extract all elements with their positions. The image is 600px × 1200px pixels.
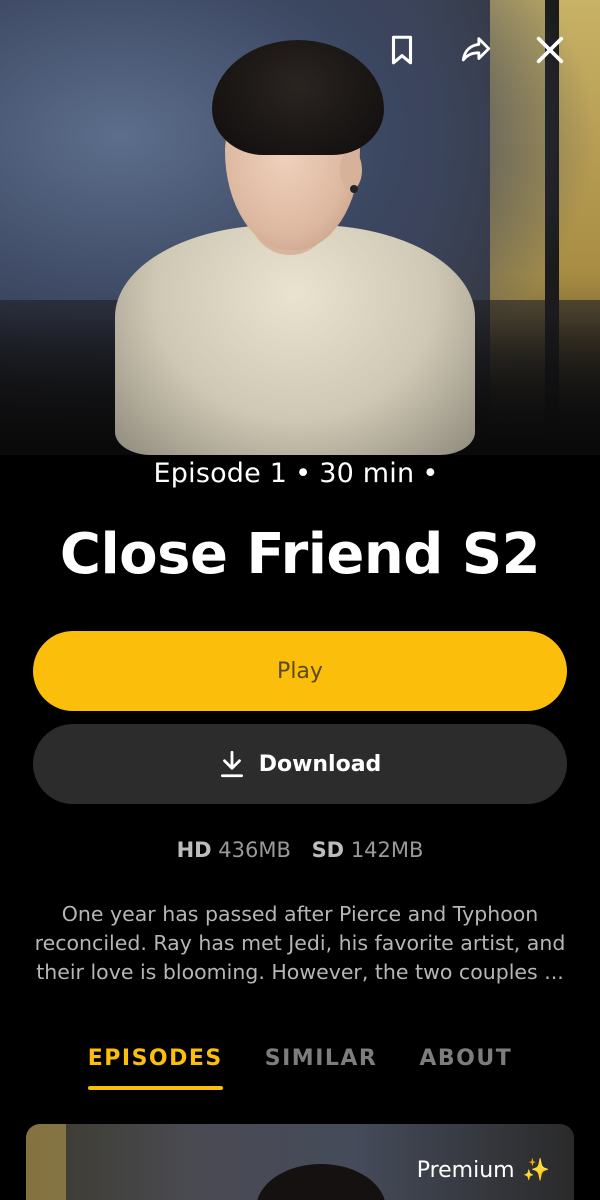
- hero-person-earring: [350, 185, 358, 193]
- hd-label: HD: [176, 838, 212, 862]
- tab-about[interactable]: ABOUT: [419, 1046, 512, 1090]
- play-button-label: Play: [277, 658, 323, 684]
- tab-episodes[interactable]: EPISODES: [87, 1046, 223, 1090]
- close-icon[interactable]: [530, 30, 570, 70]
- play-button[interactable]: Play: [33, 631, 567, 711]
- page-title: Close Friend S2: [59, 522, 541, 587]
- share-icon[interactable]: [456, 30, 496, 70]
- download-icon: [220, 750, 243, 778]
- episode-meta: Episode 1 • 30 min •: [0, 458, 600, 489]
- download-button[interactable]: Download: [33, 724, 567, 804]
- episode-duration: 30 min: [319, 458, 415, 489]
- bookmark-icon[interactable]: [382, 30, 422, 70]
- episode-description[interactable]: One year has passed after Pierce and Typ…: [28, 900, 572, 987]
- sparkle-icon: ✨: [522, 1158, 550, 1183]
- download-button-label: Download: [258, 751, 382, 777]
- episode-thumbnail-person: [256, 1164, 386, 1200]
- tab-similar[interactable]: SIMILAR: [265, 1046, 378, 1090]
- separator-dot: •: [295, 458, 312, 489]
- sd-label: SD: [311, 838, 345, 862]
- premium-label: Premium: [416, 1158, 515, 1183]
- hero-person-ear: [340, 150, 362, 190]
- sd-size: 142MB: [350, 838, 424, 862]
- hd-size: 436MB: [218, 838, 291, 862]
- separator-dot: •: [422, 458, 439, 489]
- hero-person-shirt: [115, 225, 475, 455]
- episode-number: Episode 1: [153, 458, 288, 489]
- episode-thumbnail-bg: [26, 1124, 66, 1200]
- tab-bar: EPISODES SIMILAR ABOUT: [0, 1046, 600, 1094]
- file-sizes: HD 436MB SD 142MB: [0, 838, 600, 862]
- top-action-bar: [382, 30, 570, 70]
- premium-badge: Premium ✨: [417, 1158, 550, 1183]
